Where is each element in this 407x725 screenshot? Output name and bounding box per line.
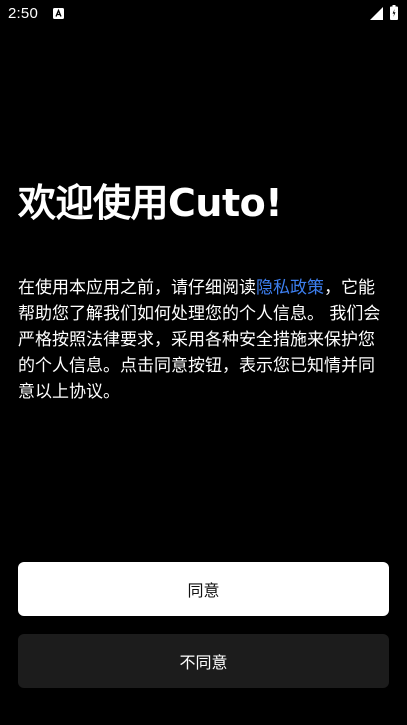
notice-text-before-link: 在使用本应用之前，请仔细阅读 bbox=[18, 278, 256, 298]
a-notification-icon bbox=[53, 8, 64, 19]
battery-icon bbox=[390, 5, 398, 20]
privacy-policy-link[interactable]: 隐私政策 bbox=[256, 278, 324, 298]
status-bar: 2:50 bbox=[0, 0, 407, 28]
agree-button[interactable]: 同意 bbox=[18, 562, 389, 616]
disagree-button-label: 不同意 bbox=[179, 653, 228, 672]
cell-signal-icon bbox=[370, 7, 383, 20]
agree-button-label: 同意 bbox=[187, 581, 220, 600]
page-title: 欢迎使用Cuto! bbox=[18, 181, 283, 225]
status-time: 2:50 bbox=[8, 5, 38, 22]
disagree-button[interactable]: 不同意 bbox=[18, 634, 389, 688]
privacy-notice-text: 在使用本应用之前，请仔细阅读隐私政策，它能帮助您了解我们如何处理您的个人信息。 … bbox=[18, 275, 390, 405]
